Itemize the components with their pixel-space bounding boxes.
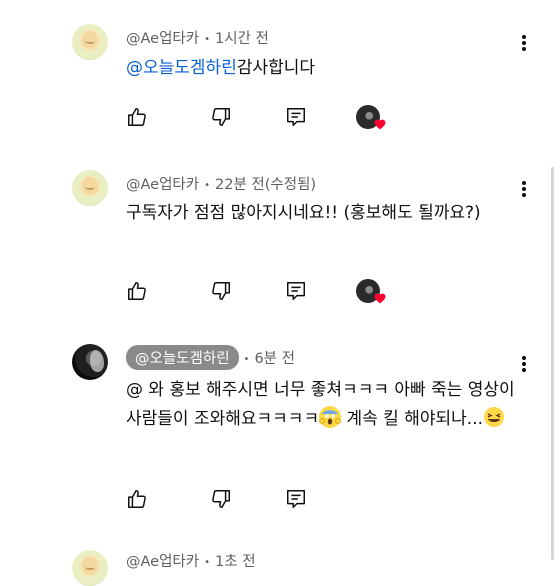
timestamp[interactable]: 22분 전(수정됨) (215, 177, 316, 193)
timestamp[interactable]: 1초 전 (215, 554, 256, 570)
thumbs-down-icon[interactable] (210, 106, 232, 128)
reply-icon[interactable] (285, 106, 307, 128)
avatar[interactable] (72, 170, 108, 206)
thumbs-up-icon[interactable] (126, 106, 148, 128)
comment-header: @오늘도겜하린 • 6분 전 (126, 345, 295, 370)
avatar[interactable] (72, 24, 108, 60)
reply-icon[interactable] (285, 280, 307, 302)
more-actions-button[interactable] (517, 354, 531, 374)
timestamp[interactable]: 1시간 전 (215, 31, 269, 47)
laughing-emoji (483, 406, 505, 428)
thumbs-up-icon[interactable] (126, 488, 148, 510)
comment-header: @Ae업타카 • 22분 전(수정됨) (126, 177, 317, 193)
comment-text: @오늘도겜하린감사합니다 (126, 54, 526, 83)
scrollbar[interactable] (551, 167, 554, 560)
reply-icon[interactable] (285, 488, 307, 510)
creator-heart-icon (374, 119, 386, 130)
thumbs-down-icon[interactable] (210, 280, 232, 302)
comment-text: @ 와 홍보 해주시면 너무 좋쳐ㅋㅋㅋ 아빠 죽는 영상이 사람들이 조와해요… (126, 376, 521, 434)
comment-header: @Ae업타카 • 1초 전 (126, 554, 256, 570)
comment-header: @Ae업타카 • 1시간 전 (126, 31, 269, 47)
avatar[interactable] (72, 550, 108, 586)
comment-text: 구독자가 점점 많아지시네요!! (홍보해도 될까요?) (126, 203, 481, 223)
comment-body-cont: 계속 킬 해야되나... (341, 409, 483, 429)
avatar[interactable] (72, 344, 108, 380)
mention-link[interactable]: @오늘도겜하린 (126, 58, 237, 78)
author-name[interactable]: @Ae업타카 (126, 177, 199, 193)
author-name[interactable]: @Ae업타카 (126, 554, 199, 570)
comment-body: 감사합니다 (236, 58, 316, 78)
more-actions-button[interactable] (517, 179, 531, 199)
creator-heart-icon (374, 293, 386, 304)
more-actions-button[interactable] (517, 33, 531, 53)
scream-emoji (319, 406, 342, 428)
thumbs-up-icon[interactable] (126, 280, 148, 302)
thumbs-down-icon[interactable] (210, 488, 232, 510)
author-name[interactable]: @Ae업타카 (126, 31, 199, 47)
timestamp[interactable]: 6분 전 (254, 351, 295, 367)
author-chip[interactable]: @오늘도겜하린 (126, 345, 239, 370)
